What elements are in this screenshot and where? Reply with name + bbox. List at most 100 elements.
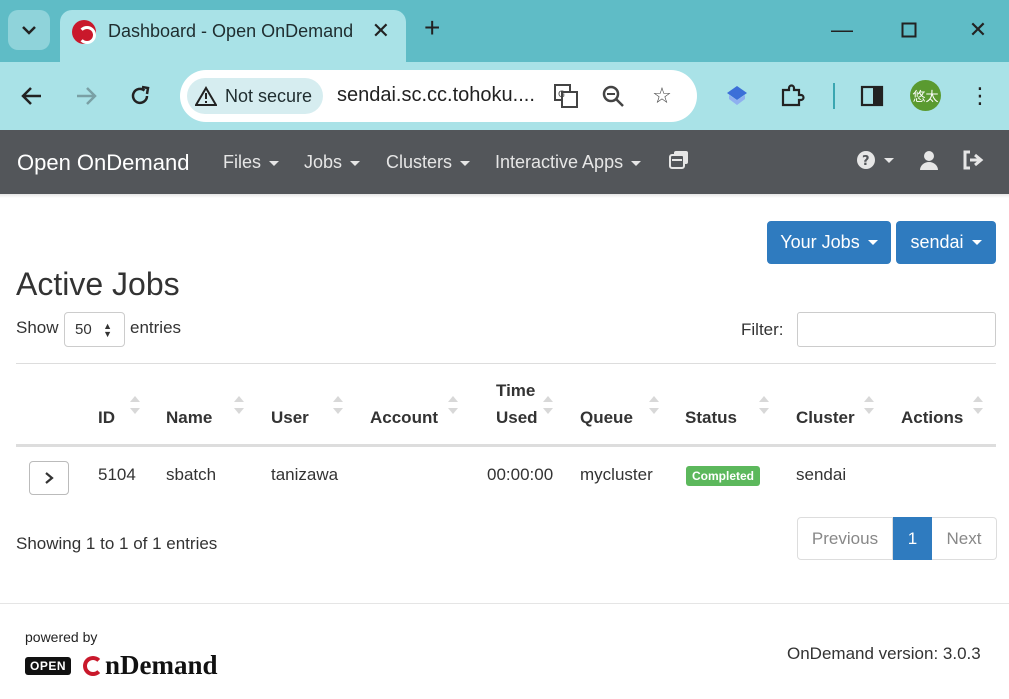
column-header-actions[interactable]: Actions: [901, 408, 963, 428]
url-text[interactable]: sendai.sc.cc.tohoku....: [337, 84, 535, 107]
your-jobs-label: Your Jobs: [780, 232, 860, 252]
your-jobs-dropdown[interactable]: Your Jobs: [767, 221, 891, 264]
kebab-menu-icon[interactable]: ⋮: [964, 80, 996, 112]
powered-by-label: powered by: [25, 629, 98, 645]
help-menu[interactable]: ?: [856, 150, 894, 170]
column-header-name[interactable]: Name: [166, 408, 212, 428]
column-header-status[interactable]: Status: [685, 408, 737, 428]
column-header-account[interactable]: Account: [370, 408, 438, 428]
sort-icon: [333, 394, 343, 416]
back-button[interactable]: [14, 78, 50, 114]
caret-down-icon: [460, 160, 471, 166]
app-navbar: Open OnDemand Files Jobs Clusters Intera…: [0, 130, 1009, 194]
svg-text:?: ?: [862, 154, 870, 169]
security-chip[interactable]: Not secure: [187, 78, 323, 114]
column-header-time-used-line2[interactable]: Used: [496, 408, 538, 428]
window-close-button[interactable]: ✕: [958, 12, 998, 48]
zoom-icon[interactable]: [599, 82, 627, 110]
cluster-dropdown-label: sendai: [910, 232, 964, 252]
browser-tabstrip: Dashboard - Open OnDemand ✕ + — ✕: [0, 0, 1009, 62]
column-header-id[interactable]: ID: [98, 408, 115, 428]
caret-down-icon: [269, 160, 280, 166]
profile-avatar[interactable]: 悠太: [910, 80, 941, 111]
column-header-time-used-line1[interactable]: Time: [496, 381, 535, 401]
nav-interactive-apps[interactable]: Interactive Apps: [495, 152, 642, 173]
security-label: Not secure: [225, 85, 313, 106]
sessions-icon[interactable]: [669, 150, 689, 170]
filter-label: Filter:: [741, 320, 784, 339]
toolbar-divider: [818, 80, 850, 112]
page-length-select[interactable]: 50 ▲ ▼: [64, 312, 125, 347]
column-header-queue[interactable]: Queue: [580, 408, 633, 428]
column-header-user[interactable]: User: [271, 408, 309, 428]
show-label: Show: [16, 318, 59, 337]
pagination: Previous 1 Next: [797, 517, 997, 560]
chevron-down-icon: [22, 26, 36, 35]
previous-button[interactable]: Previous: [797, 517, 893, 560]
filter-input[interactable]: [797, 312, 996, 347]
status-badge: Completed: [686, 466, 761, 486]
ondemand-logo[interactable]: OPEN nDemand: [25, 650, 218, 681]
browser-toolbar: Not secure sendai.sc.cc.tohoku.... G ☆ 悠…: [0, 62, 1009, 130]
maximize-icon: [901, 22, 917, 38]
page-length-value: 50: [75, 321, 92, 338]
tab-search-button[interactable]: [8, 10, 50, 50]
nav-jobs-label: Jobs: [304, 152, 343, 172]
brand-link[interactable]: Open OnDemand: [17, 150, 189, 176]
column-header-cluster[interactable]: Cluster: [796, 408, 855, 428]
version-label: OnDemand version: 3.0.3: [787, 644, 981, 663]
sort-icon: [543, 394, 553, 416]
help-icon: ?: [857, 151, 875, 169]
caret-down-icon: [350, 160, 361, 166]
sort-icon: [864, 394, 874, 416]
warning-icon: [195, 86, 217, 106]
cell-queue: mycluster: [580, 465, 653, 484]
side-panel-icon[interactable]: [856, 80, 888, 112]
svg-text:G: G: [558, 90, 565, 100]
nav-clusters-label: Clusters: [386, 152, 453, 172]
table-info: Showing 1 to 1 of 1 entries: [16, 534, 218, 553]
bookmark-star-icon[interactable]: ☆: [648, 82, 676, 110]
extensions-puzzle-icon[interactable]: [776, 80, 808, 112]
address-bar[interactable]: Not secure sendai.sc.cc.tohoku.... G ☆: [180, 70, 697, 122]
ondemand-favicon-icon: [72, 20, 96, 44]
extension-shield-icon[interactable]: [721, 80, 753, 112]
nav-files[interactable]: Files: [223, 152, 280, 173]
close-icon[interactable]: ✕: [372, 18, 390, 44]
translate-icon[interactable]: G: [552, 82, 580, 110]
maximize-button[interactable]: [889, 12, 929, 48]
expand-row-button[interactable]: [29, 461, 69, 495]
chevron-right-icon: [45, 472, 54, 484]
logo-text: nDemand: [105, 650, 218, 680]
cell-cluster: sendai: [796, 465, 847, 484]
user-icon[interactable]: [919, 150, 939, 170]
back-arrow-icon: [21, 87, 41, 105]
nav-jobs[interactable]: Jobs: [304, 152, 361, 173]
reload-button[interactable]: [122, 78, 158, 114]
nav-files-label: Files: [223, 152, 262, 172]
entries-label: entries: [130, 318, 182, 337]
table-top-rule: [16, 363, 996, 364]
sort-icon: [973, 394, 983, 416]
nav-clusters[interactable]: Clusters: [386, 152, 471, 173]
logout-icon[interactable]: [962, 150, 984, 170]
browser-tab-active[interactable]: Dashboard - Open OnDemand ✕: [60, 10, 406, 62]
page-title: Active Jobs: [16, 266, 180, 302]
forward-button[interactable]: [68, 78, 104, 114]
select-arrows-icon: ▲ ▼: [103, 321, 112, 339]
page-1-button[interactable]: 1: [893, 517, 932, 560]
tab-title: Dashboard - Open OnDemand: [108, 21, 354, 41]
table-header-rule: [16, 444, 996, 447]
new-tab-button[interactable]: +: [424, 14, 440, 42]
cluster-dropdown[interactable]: sendai: [896, 221, 996, 264]
sort-icon: [759, 394, 769, 416]
minimize-button[interactable]: —: [822, 12, 862, 48]
sort-icon: [448, 394, 458, 416]
next-button[interactable]: Next: [932, 517, 997, 560]
reload-icon: [131, 85, 150, 105]
sort-icon: [234, 394, 244, 416]
cell-user: tanizawa: [271, 465, 339, 484]
sort-icon: [130, 394, 140, 416]
cell-id: 5104: [98, 465, 136, 484]
logo-open-badge: OPEN: [25, 656, 72, 675]
